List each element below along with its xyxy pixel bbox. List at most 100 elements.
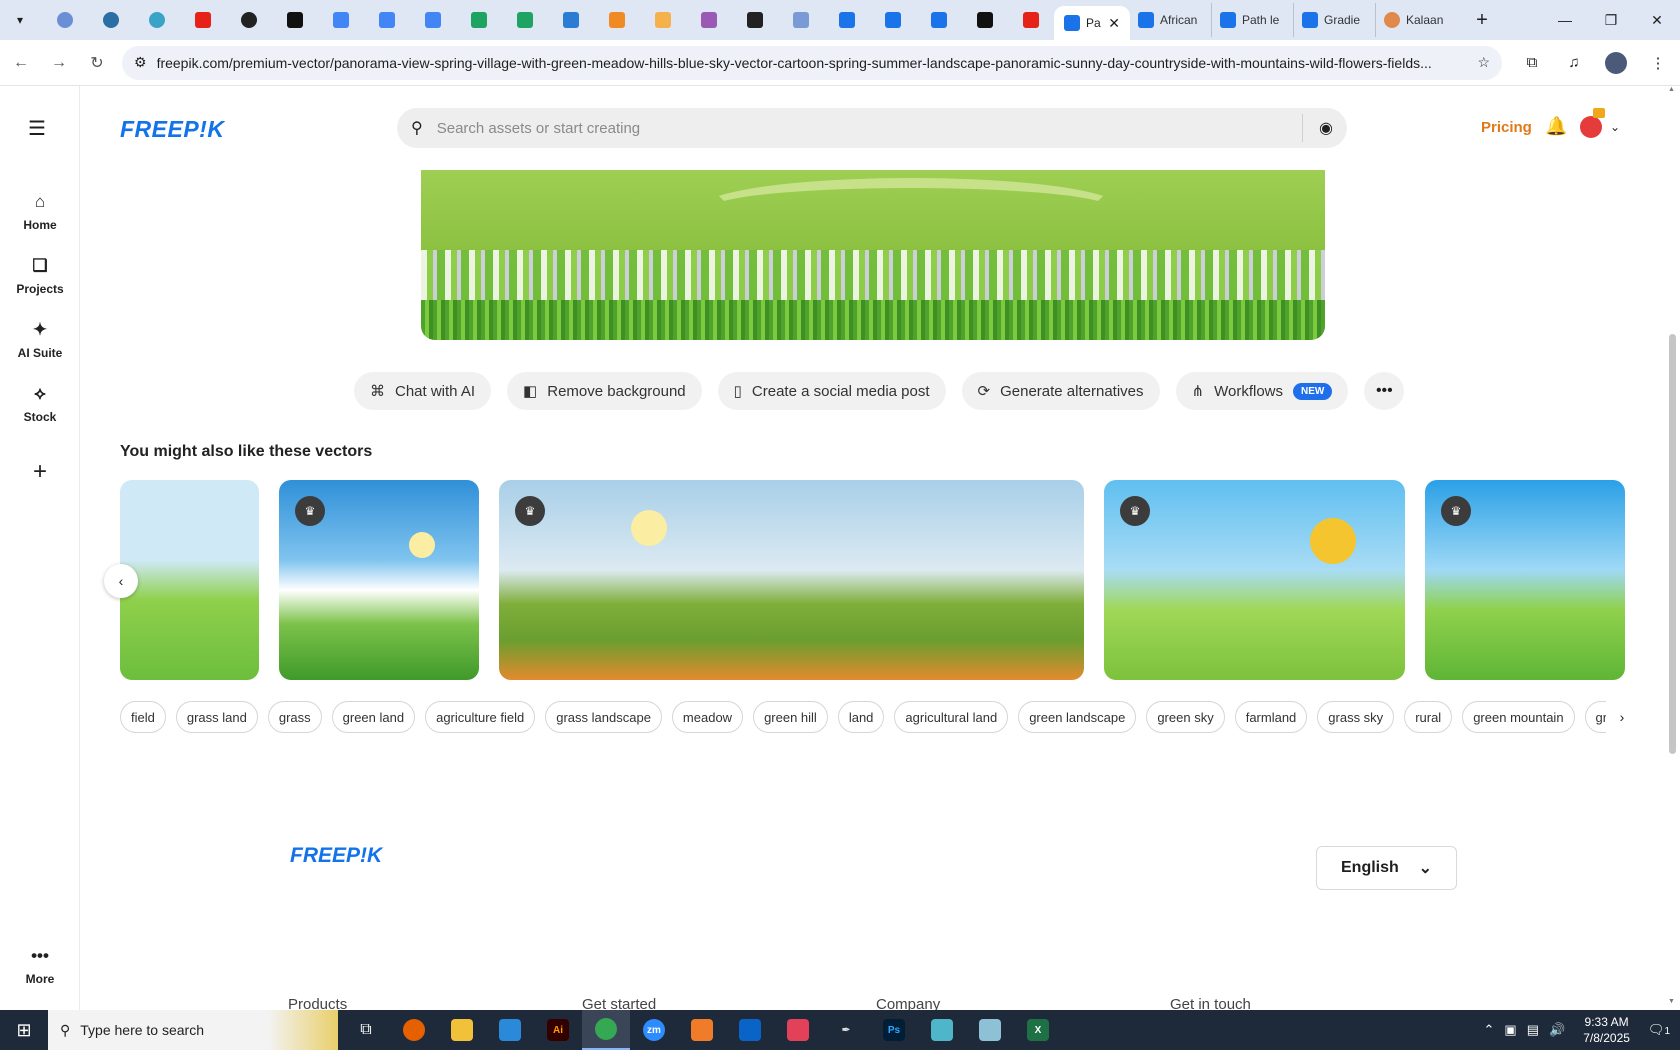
page-scrollbar[interactable]: ▲ ▼	[1665, 86, 1680, 1010]
new-tab-button[interactable]: +	[1468, 6, 1496, 34]
tab[interactable]: Path le	[1212, 3, 1294, 37]
forward-button[interactable]: →	[42, 46, 76, 80]
pinned-tab[interactable]	[88, 3, 134, 37]
pinned-tab[interactable]	[778, 3, 824, 37]
pinned-tab[interactable]	[640, 3, 686, 37]
pinned-tab[interactable]	[456, 3, 502, 37]
tab-search-button[interactable]: ▾	[6, 6, 34, 34]
profile-button[interactable]	[1602, 49, 1630, 77]
taskbar-app[interactable]	[774, 1010, 822, 1050]
pinned-tab[interactable]	[502, 3, 548, 37]
tab[interactable]: Kalaan	[1376, 3, 1458, 37]
tag-chip[interactable]: green sky	[1146, 701, 1225, 733]
pinned-tab[interactable]	[410, 3, 456, 37]
camera-icon[interactable]: ◉	[1319, 118, 1333, 138]
carousel-prev-button[interactable]: ‹	[104, 564, 138, 598]
pinned-tab[interactable]	[962, 3, 1008, 37]
tab[interactable]: Gradie	[1294, 3, 1376, 37]
pinned-tab[interactable]	[364, 3, 410, 37]
windows-start-button[interactable]: ⊞	[0, 1010, 48, 1050]
create-social-post-button[interactable]: ▯ Create a social media post	[717, 372, 946, 410]
kebab-menu-icon[interactable]: ⋮	[1644, 49, 1672, 77]
related-thumbnail[interactable]: ♛	[1104, 480, 1405, 680]
pinned-tab[interactable]	[870, 3, 916, 37]
pinned-tab[interactable]	[134, 3, 180, 37]
generate-alternatives-button[interactable]: ⟳ Generate alternatives	[961, 372, 1160, 410]
address-bar[interactable]: ⚙ freepik.com/premium-vector/panorama-vi…	[122, 45, 1502, 80]
scrollbar-thumb[interactable]	[1669, 334, 1676, 754]
search-input[interactable]: Search assets or start creating	[437, 120, 1302, 137]
pinned-tab[interactable]	[916, 3, 962, 37]
taskbar-app[interactable]	[726, 1010, 774, 1050]
sidebar-item-home[interactable]: ⌂ Home	[0, 192, 80, 232]
pinned-tab[interactable]	[732, 3, 778, 37]
reload-button[interactable]: ↻	[80, 46, 114, 80]
taskbar-app[interactable]	[918, 1010, 966, 1050]
minimize-button[interactable]: —	[1542, 0, 1588, 40]
close-icon[interactable]: ✕	[1108, 15, 1120, 32]
tag-chip[interactable]: grass sky	[1317, 701, 1395, 733]
volume-icon[interactable]: 🔊	[1549, 1022, 1565, 1038]
network-icon[interactable]: ▤	[1527, 1022, 1539, 1038]
tag-chip[interactable]: green landscape	[1018, 701, 1137, 733]
taskbar-app[interactable]: Ai	[534, 1010, 582, 1050]
related-thumbnail[interactable]: ♛	[499, 480, 1084, 680]
site-info-icon[interactable]: ⚙	[134, 54, 147, 71]
tab[interactable]: African	[1130, 3, 1212, 37]
pinned-tab[interactable]	[686, 3, 732, 37]
taskbar-app[interactable]	[438, 1010, 486, 1050]
related-thumbnail[interactable]: ♛	[1425, 480, 1625, 680]
tag-chip[interactable]: farmland	[1234, 701, 1308, 733]
more-actions-button[interactable]: •••	[1364, 372, 1405, 410]
close-window-button[interactable]: ✕	[1634, 0, 1680, 40]
tag-chip[interactable]: green hill	[753, 701, 828, 733]
chat-with-ai-button[interactable]: ⌘ Chat with AI	[354, 372, 492, 410]
add-button[interactable]: +	[22, 454, 58, 490]
pinned-tab[interactable]	[548, 3, 594, 37]
sidebar-item-stock[interactable]: ⟡ Stock	[0, 384, 80, 424]
search-bar[interactable]: ⚲ Search assets or start creating ◉	[397, 108, 1347, 148]
sidebar-item-more[interactable]: ••• More	[0, 946, 80, 986]
sidebar-item-projects[interactable]: ❏ Projects	[0, 256, 80, 296]
taskbar-app[interactable]: ✒	[822, 1010, 870, 1050]
pinned-tab[interactable]	[180, 3, 226, 37]
chevron-up-icon[interactable]: ⌃	[1484, 1022, 1495, 1038]
related-thumbnail[interactable]: ♛	[279, 480, 479, 680]
tag-chip[interactable]: field	[120, 701, 166, 733]
tags-next-button[interactable]: ›	[1606, 701, 1638, 733]
taskbar-app[interactable]	[966, 1010, 1014, 1050]
pricing-link[interactable]: Pricing	[1481, 119, 1532, 136]
bookmark-star-icon[interactable]: ☆	[1477, 54, 1490, 71]
remove-background-button[interactable]: ◧ Remove background	[507, 372, 702, 410]
tag-chip[interactable]: green land	[331, 701, 416, 733]
extensions-icon[interactable]: ⧉	[1518, 49, 1546, 77]
tag-chip[interactable]: land	[837, 701, 885, 733]
tag-chip[interactable]: rural	[1404, 701, 1453, 733]
tag-chip[interactable]: grass	[267, 701, 322, 733]
tag-chip[interactable]: agricultural land	[894, 701, 1009, 733]
tag-chip[interactable]: agriculture field	[425, 701, 536, 733]
back-button[interactable]: ←	[4, 46, 38, 80]
pinned-tab[interactable]	[594, 3, 640, 37]
sidebar-item-ai-suite[interactable]: ✦ AI Suite	[0, 320, 80, 360]
taskbar-app[interactable]	[582, 1010, 630, 1050]
tag-chip[interactable]: green mountain	[1462, 701, 1575, 733]
taskbar-app[interactable]	[390, 1010, 438, 1050]
pinned-tab[interactable]	[42, 3, 88, 37]
related-thumbnail[interactable]	[120, 480, 259, 680]
scroll-down-arrow-icon[interactable]: ▼	[1668, 998, 1675, 1005]
restore-button[interactable]: ❐	[1588, 0, 1634, 40]
scroll-up-arrow-icon[interactable]: ▲	[1668, 86, 1675, 93]
pinned-tab[interactable]	[272, 3, 318, 37]
freepik-logo[interactable]: FREEP!K	[120, 116, 224, 143]
taskbar-app[interactable]	[678, 1010, 726, 1050]
hamburger-menu-icon[interactable]: ☰	[28, 116, 46, 141]
pinned-tab[interactable]	[824, 3, 870, 37]
taskbar-app[interactable]	[486, 1010, 534, 1050]
task-view-button[interactable]: ⧉	[342, 1010, 390, 1050]
taskbar-app[interactable]: zm	[630, 1010, 678, 1050]
active-tab[interactable]: Pa ✕	[1054, 6, 1130, 40]
pinned-tab[interactable]	[318, 3, 364, 37]
notification-icon[interactable]: 🗨1	[1648, 1022, 1670, 1038]
remote-desktop-icon[interactable]: ▣	[1504, 1022, 1516, 1038]
